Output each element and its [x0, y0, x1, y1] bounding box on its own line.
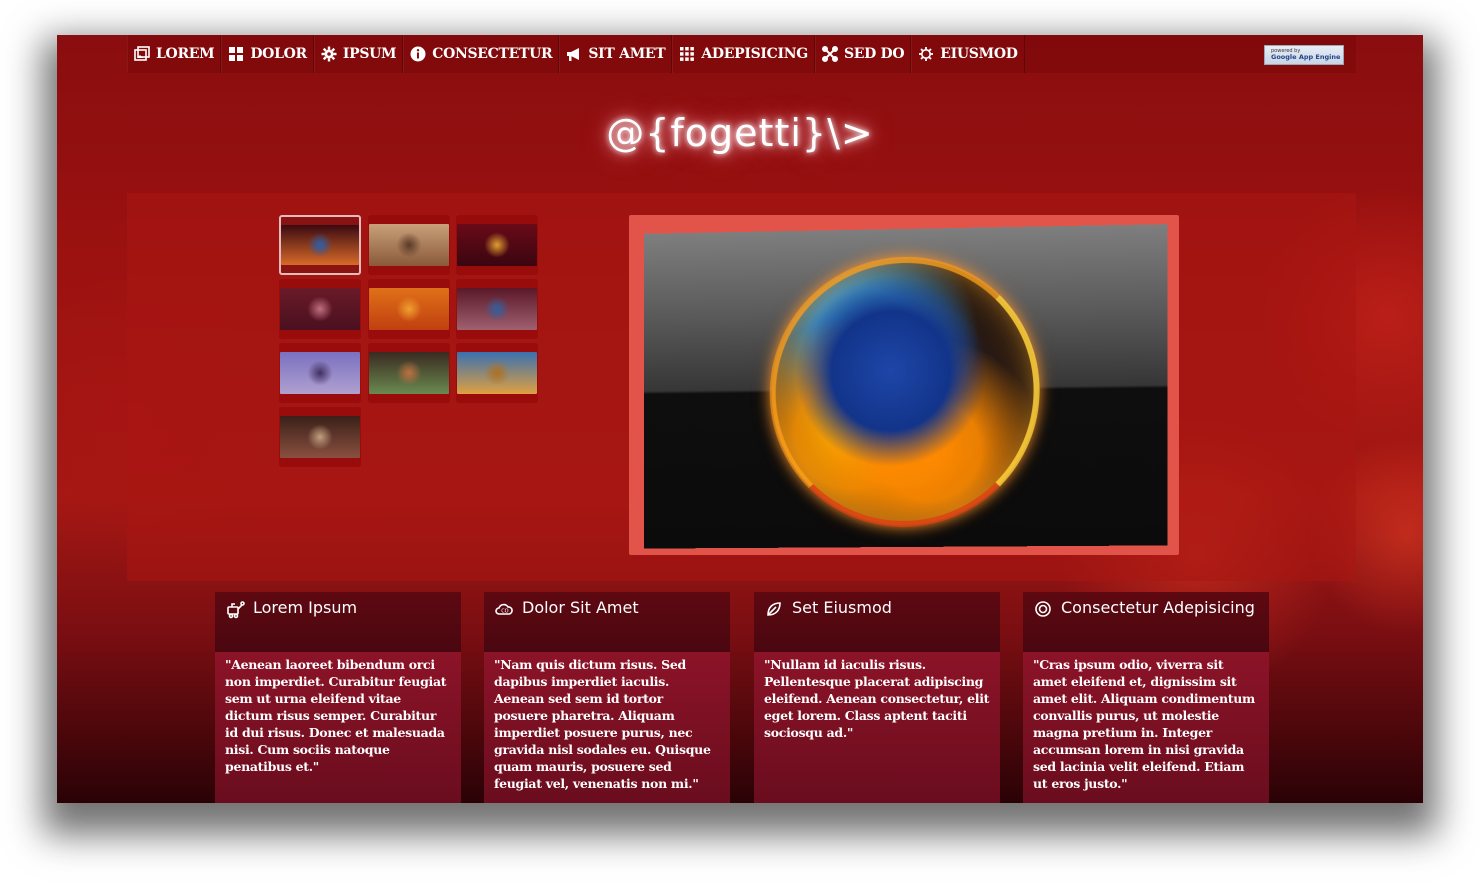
card-title: Dolor Sit Amet: [522, 598, 639, 617]
gallery-thumbnail[interactable]: [279, 215, 361, 275]
leaf-icon: [767, 602, 781, 616]
robot-icon: [227, 601, 245, 619]
preview-frame: [629, 215, 1179, 555]
picture-icon: [134, 46, 150, 62]
card-header: Consectetur Adepisicing: [1023, 592, 1269, 652]
nav-item-label: LOREM: [156, 46, 215, 62]
nav-item-consectetur[interactable]: CONSECTETUR: [403, 35, 560, 73]
butterfly-icon: [821, 46, 838, 62]
badge-big-text: Google App Engine: [1271, 53, 1341, 62]
nav-item-sed-do[interactable]: SED DO: [814, 35, 912, 73]
google-app-engine-badge[interactable]: powered by Google App Engine: [1264, 45, 1344, 65]
thumbnail-image: [280, 416, 360, 458]
card-header: CO Dolor Sit Amet: [484, 592, 730, 652]
thumbnail-image: [280, 352, 360, 394]
gallery-thumbnail[interactable]: [456, 215, 538, 275]
card-header: Lorem Ipsum: [215, 592, 461, 652]
gallery-panel: [127, 193, 1356, 581]
site-logo[interactable]: @{fogetti}\>: [57, 111, 1423, 155]
apps-icon: [679, 46, 695, 62]
thumbnail-image: [457, 288, 537, 330]
thumbnail-image: [280, 288, 360, 330]
thumbnail-image: [369, 352, 449, 394]
gallery-thumbnail[interactable]: [368, 343, 450, 403]
nav-item-ipsum[interactable]: IPSUM: [313, 35, 404, 73]
top-navigation: LOREM DOLOR IPSUM CONSECTETUR SIT AMET A…: [127, 35, 1356, 73]
nav-item-lorem[interactable]: LOREM: [127, 35, 222, 73]
gallery-thumbnail[interactable]: [456, 279, 538, 339]
card-text: "Cras ipsum odio, viverra sit amet eleif…: [1023, 652, 1269, 803]
feature-card-consectetur-adepisicing: Consectetur Adepisicing "Cras ipsum odio…: [1023, 592, 1269, 803]
nav-item-eiusmod[interactable]: EIUSMOD: [911, 35, 1025, 73]
card-text: "Aenean laoreet bibendum orci non imperd…: [215, 652, 461, 803]
browser-page: LOREM DOLOR IPSUM CONSECTETUR SIT AMET A…: [57, 35, 1423, 803]
gallery-thumbnail[interactable]: [368, 279, 450, 339]
thumbnail-image: [281, 225, 359, 265]
nav-item-label: ADEPISICING: [701, 46, 808, 62]
card-title: Consectetur Adepisicing: [1061, 598, 1255, 617]
gallery-thumbnail[interactable]: [279, 279, 361, 339]
nav-item-label: CONSECTETUR: [432, 46, 553, 62]
nav-item-label: EIUSMOD: [940, 46, 1018, 62]
card-title: Lorem Ipsum: [253, 598, 358, 617]
thumbnail-image: [457, 224, 537, 266]
card-title: Set Eiusmod: [792, 598, 892, 617]
gear-outline-icon: [918, 46, 934, 62]
nav-item-dolor[interactable]: DOLOR: [221, 35, 314, 73]
nav-item-adepisicing[interactable]: ADEPISICING: [672, 35, 815, 73]
firefox-flame-ring: [769, 254, 1040, 528]
nav-item-sit-amet[interactable]: SIT AMET: [559, 35, 673, 73]
feature-card-lorem-ipsum: Lorem Ipsum "Aenean laoreet bibendum orc…: [215, 592, 461, 803]
target-icon: [1035, 601, 1051, 617]
megaphone-icon: [566, 46, 582, 62]
thumbnail-image: [369, 224, 449, 266]
grid-icon: [228, 46, 244, 62]
card-text: "Nam quis dictum risus. Sed dapibus impe…: [484, 652, 730, 803]
feature-card-dolor-sit-amet: CO Dolor Sit Amet "Nam quis dictum risus…: [484, 592, 730, 803]
gear-icon: [321, 46, 337, 62]
feature-card-set-eiusmod: Set Eiusmod "Nullam id iaculis risus. Pe…: [754, 592, 1000, 803]
preview-image[interactable]: [643, 224, 1168, 549]
nav-item-label: SED DO: [843, 46, 905, 62]
thumbnail-image: [369, 288, 449, 330]
cloud-icon: CO: [495, 603, 513, 615]
info-icon: [410, 46, 426, 62]
gallery-thumbnail[interactable]: [456, 343, 538, 403]
gallery-thumbnail[interactable]: [279, 343, 361, 403]
gallery-thumbnail[interactable]: [368, 215, 450, 275]
nav-item-label: DOLOR: [250, 46, 307, 62]
thumbnail-image: [457, 352, 537, 394]
nav-item-label: IPSUM: [342, 46, 397, 62]
gallery-thumbnail[interactable]: [279, 407, 361, 467]
card-text: "Nullam id iaculis risus. Pellentesque p…: [754, 652, 1000, 803]
nav-item-label: SIT AMET: [588, 46, 666, 62]
svg-text:CO: CO: [501, 609, 508, 615]
card-header: Set Eiusmod: [754, 592, 1000, 652]
